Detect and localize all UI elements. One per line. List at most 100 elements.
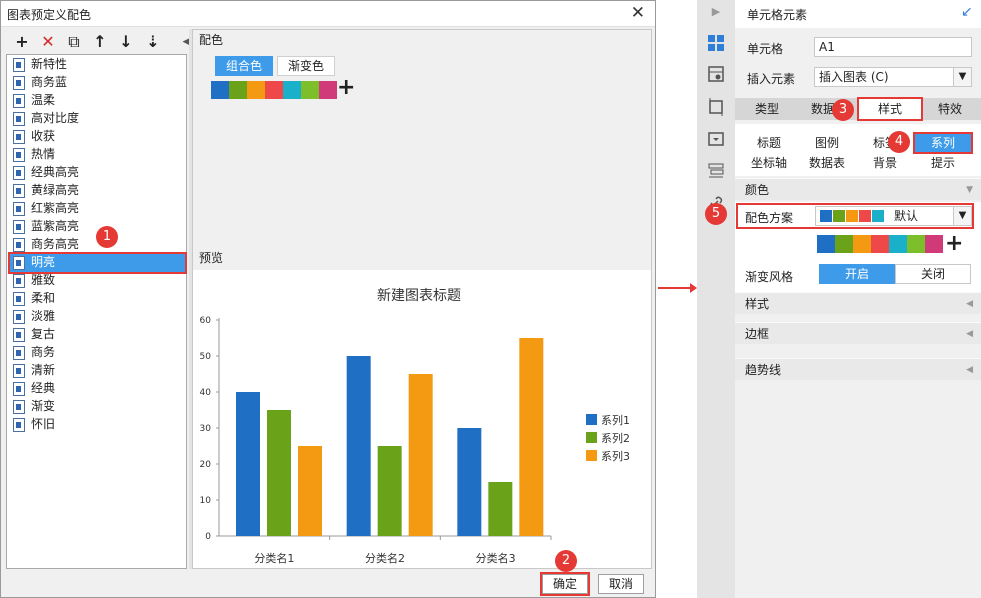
copy-icon[interactable]: ⧉ <box>64 31 84 53</box>
scheme-list-item[interactable]: 经典高亮 <box>10 164 185 182</box>
bar-系列1 <box>236 392 260 536</box>
scheme-swatch <box>872 210 884 222</box>
scheme-list-item[interactable]: 新特性 <box>10 56 185 74</box>
scheme-list-item[interactable]: 明亮 <box>8 252 187 274</box>
style-section-header[interactable]: 样式 ◀ <box>735 292 981 314</box>
palette-swatch[interactable] <box>835 235 853 253</box>
bar-系列2 <box>267 410 291 536</box>
subtab-legend[interactable]: 图例 <box>799 134 855 152</box>
move-down-icon[interactable]: ↓ <box>116 31 136 53</box>
scheme-list-item[interactable]: 热情 <box>10 146 185 164</box>
expand-icon[interactable]: ▶ <box>707 5 725 23</box>
palette-swatch[interactable] <box>301 81 319 99</box>
palette-swatch[interactable] <box>817 235 835 253</box>
add-icon[interactable]: + <box>12 31 32 53</box>
palette-swatch[interactable] <box>247 81 265 99</box>
palette-swatch[interactable] <box>265 81 283 99</box>
legend-swatch <box>586 432 597 443</box>
scheme-list-item[interactable]: 雅致 <box>10 272 185 290</box>
move-up-icon[interactable]: ↑ <box>90 31 110 53</box>
palette-swatch[interactable] <box>889 235 907 253</box>
gradient-off-button[interactable]: 关闭 <box>895 264 971 284</box>
subtab-background[interactable]: 背景 <box>857 154 913 172</box>
step-marker-2: 2 <box>555 550 577 572</box>
gradient-on-button[interactable]: 开启 <box>819 264 895 284</box>
bar-系列2 <box>488 482 513 536</box>
scheme-list-item[interactable]: 温柔 <box>10 92 185 110</box>
scheme-list-item[interactable]: 收获 <box>10 128 185 146</box>
move-bottom-icon[interactable]: ⇣ <box>143 31 163 53</box>
palette-swatch[interactable] <box>925 235 943 253</box>
scheme-icon <box>13 130 25 144</box>
scheme-select[interactable]: 默认 ▼ <box>815 206 972 226</box>
scheme-list-item[interactable]: 黄绿高亮 <box>10 182 185 200</box>
cancel-button[interactable]: 取消 <box>598 574 644 594</box>
subtab-series[interactable]: 系列 <box>913 132 973 154</box>
scheme-icon <box>13 220 25 234</box>
scheme-name: 商务高亮 <box>31 237 80 251</box>
palette-swatch[interactable] <box>283 81 301 99</box>
tab-gradient-color[interactable]: 渐变色 <box>277 56 336 76</box>
scheme-list-item[interactable]: 复古 <box>10 326 185 344</box>
cell-attribute-icon[interactable] <box>707 65 725 83</box>
close-icon[interactable]: ✕ <box>631 3 645 23</box>
x-tick-label: 分类名3 <box>476 551 516 565</box>
dropdown-widget-icon[interactable] <box>707 130 725 148</box>
color-section-header[interactable]: 颜色 ▼ <box>735 178 981 200</box>
pin-icon[interactable]: ↙ <box>961 4 973 20</box>
tab-type[interactable]: 类型 <box>741 98 793 120</box>
predefined-colors-dialog: 图表预定义配色 ✕ + ✕ ⧉ ↑ ↓ ⇣ ◀ 新特性 商务蓝 温柔 高对比度 收获 热情… <box>0 0 656 598</box>
chevron-down-icon[interactable]: ▼ <box>953 207 971 225</box>
scheme-list-item[interactable]: 商务蓝 <box>10 74 185 92</box>
subtab-title[interactable]: 标题 <box>741 134 797 152</box>
tab-combo-color[interactable]: 组合色 <box>215 56 274 76</box>
y-tick-label: 20 <box>200 460 212 470</box>
trendline-section-header[interactable]: 趋势线 ◀ <box>735 358 981 380</box>
tab-effect[interactable]: 特效 <box>927 98 973 120</box>
bar-系列3 <box>519 338 544 536</box>
insert-element-select[interactable]: 插入图表 (C) ▼ <box>814 67 972 87</box>
scheme-list-item[interactable]: 商务 <box>10 344 185 362</box>
scheme-name: 怀旧 <box>31 417 56 431</box>
scheme-swatch <box>846 210 858 222</box>
ok-button[interactable]: 确定 <box>540 572 590 596</box>
step-marker-3: 3 <box>832 99 854 121</box>
scheme-list-item[interactable]: 经典 <box>10 380 185 398</box>
chart-preview: 新建图表标题 0 10 20 30 40 50 60 分类名1 分类名2 分类名3 系列1 系列2 系列… <box>193 270 651 568</box>
bar-系列1 <box>346 356 371 536</box>
palette-swatch[interactable] <box>907 235 925 253</box>
scheme-list-item[interactable]: 清新 <box>10 362 185 380</box>
palette-swatch[interactable] <box>229 81 247 99</box>
scheme-list-item[interactable]: 渐变 <box>10 398 185 416</box>
chevron-down-icon[interactable]: ▼ <box>953 68 971 86</box>
legend-swatch <box>586 450 597 461</box>
cell-element-icon[interactable] <box>707 34 725 52</box>
add-color-icon[interactable]: + <box>337 77 355 99</box>
scheme-name: 收获 <box>31 129 56 143</box>
add-color-icon[interactable]: + <box>945 233 963 255</box>
subtab-axis[interactable]: 坐标轴 <box>741 154 797 172</box>
subtab-tooltip[interactable]: 提示 <box>915 154 971 172</box>
cell-input[interactable]: A1 <box>814 37 972 57</box>
subtab-datasheet[interactable]: 数据表 <box>799 154 855 172</box>
palette-swatch[interactable] <box>211 81 229 99</box>
layout-icon[interactable] <box>707 162 725 180</box>
scheme-list-item[interactable]: 柔和 <box>10 290 185 308</box>
tab-style[interactable]: 样式 <box>857 97 923 121</box>
scheme-list-item[interactable]: 红紫高亮 <box>10 200 185 218</box>
delete-icon[interactable]: ✕ <box>38 31 58 53</box>
scheme-name: 经典 <box>31 381 56 395</box>
crop-icon[interactable] <box>707 98 725 116</box>
scheme-name: 商务 <box>31 345 56 359</box>
scheme-list-item[interactable]: 怀旧 <box>10 416 185 434</box>
border-section-header[interactable]: 边框 ◀ <box>735 322 981 344</box>
scheme-preview-swatches <box>820 210 890 222</box>
palette-swatch[interactable] <box>871 235 889 253</box>
palette-swatch[interactable] <box>319 81 337 99</box>
legend-label: 系列2 <box>601 431 630 445</box>
x-tick-label: 分类名2 <box>365 551 405 565</box>
scheme-name: 柔和 <box>31 291 56 305</box>
scheme-list-item[interactable]: 高对比度 <box>10 110 185 128</box>
scheme-list-item[interactable]: 淡雅 <box>10 308 185 326</box>
palette-swatch[interactable] <box>853 235 871 253</box>
